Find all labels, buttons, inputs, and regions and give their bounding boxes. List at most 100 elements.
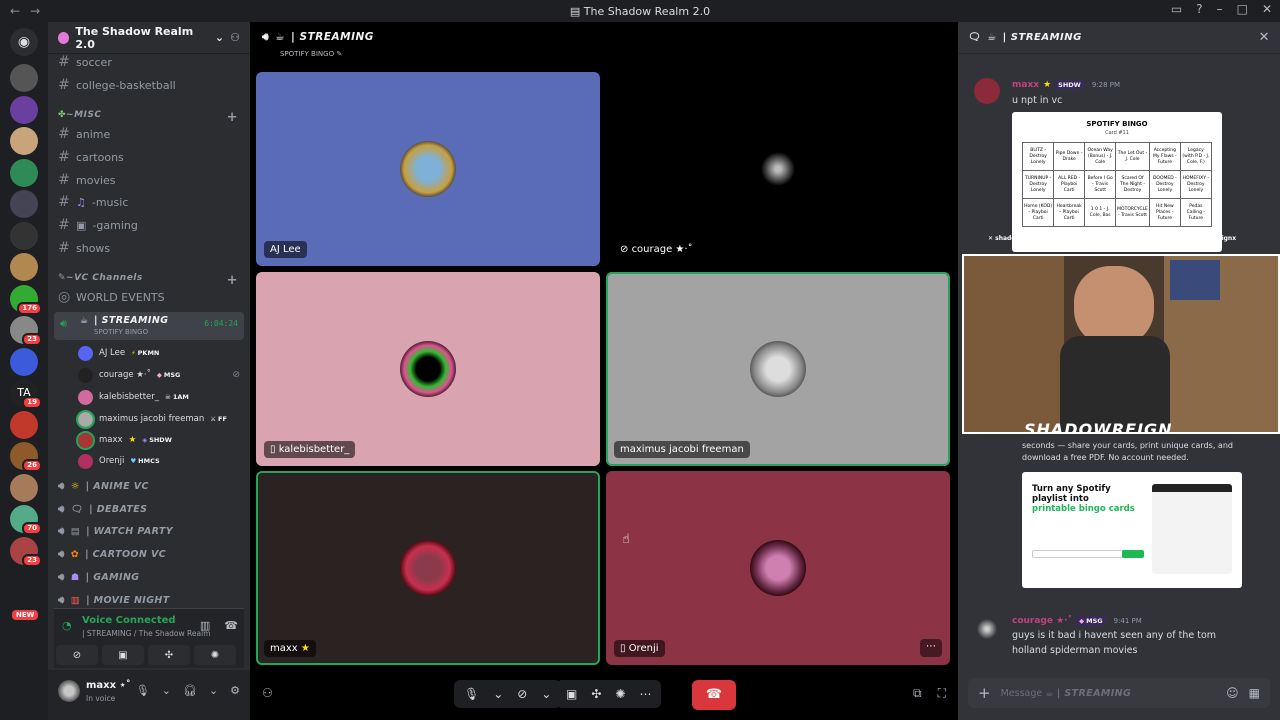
channel-item[interactable]: # ♫ -music <box>58 192 240 212</box>
active-voice-channel[interactable]: 🔊︎ ☕︎ | STREAMING SPOTIFY BINGO 6:04:24 <box>54 312 244 340</box>
participant-tile[interactable]: ▯ kalebisbetter_ <box>256 272 600 466</box>
activities-button[interactable]: ✣ <box>148 645 190 665</box>
server-icon[interactable]: 176 <box>10 284 42 315</box>
gear-icon[interactable]: ⚙ <box>230 684 240 697</box>
soundboard-button[interactable]: ✺ <box>194 645 236 665</box>
channel-item[interactable]: # shows <box>58 238 240 258</box>
server-icon[interactable] <box>10 190 38 218</box>
pencil-icon[interactable]: ✎ <box>336 50 342 58</box>
chevron-down-icon[interactable]: ⌄ <box>162 684 171 697</box>
channel-item[interactable]: # college-basketball <box>58 75 240 95</box>
server-icon[interactable]: 23 <box>10 316 42 346</box>
participant-tile[interactable]: maxx ★ <box>256 471 600 665</box>
close-window-button[interactable]: ✕ <box>1262 2 1272 16</box>
server-icon[interactable] <box>10 473 38 502</box>
category-misc[interactable]: ✤ ~MISC + <box>58 110 238 125</box>
server-icon[interactable]: 70 <box>10 505 42 535</box>
screenshare-button[interactable]: ▣ <box>102 645 144 665</box>
voice-channel-item[interactable]: 🔊︎ ✿ | CARTOON VC <box>58 544 240 564</box>
activities-icon[interactable]: ✣ <box>591 687 601 701</box>
soundboard-icon[interactable]: ✺ <box>615 687 625 701</box>
message-input[interactable]: + Message ☕︎ | STREAMING ☺ ▦ <box>968 678 1270 708</box>
add-member-icon[interactable]: ⚇ <box>230 31 240 44</box>
close-icon[interactable]: ✕ <box>1259 30 1270 45</box>
voice-channel-item[interactable]: 🔊︎ ☼ | ANIME VC <box>58 476 240 496</box>
minimize-button[interactable]: – <box>1217 2 1223 16</box>
chevron-down-icon[interactable]: ⌄ <box>209 684 218 697</box>
server-icon[interactable] <box>10 64 38 92</box>
bingo-card-image[interactable]: SPOTIFY BINGO Card #11 BLITZ - Destroy L… <box>1012 112 1222 252</box>
maximize-button[interactable]: □ <box>1237 2 1248 16</box>
speaker-icon: 🔊︎ <box>58 548 65 560</box>
world-events-item[interactable]: ◎ WORLD EVENTS <box>58 287 240 307</box>
message-author[interactable]: maxx ★ SHDW 9:28 PM <box>1012 80 1120 90</box>
channel-item[interactable]: # anime <box>58 124 240 144</box>
voice-channel-item[interactable]: 🔊︎ ☗ | GAMING <box>58 567 240 587</box>
forward-arrow-icon[interactable]: → <box>30 4 40 18</box>
voice-member[interactable]: AJ Lee ⚡ PKMN <box>78 343 240 363</box>
server-icon[interactable] <box>10 127 38 155</box>
voice-member[interactable]: kalebisbetter_ ☠ 1AM <box>78 387 240 407</box>
server-icon[interactable] <box>10 253 38 281</box>
server-icon[interactable] <box>10 221 38 250</box>
server-icon[interactable] <box>10 95 38 124</box>
voice-member[interactable]: maxx ★ ◈ SHDW <box>76 430 240 450</box>
avatar[interactable] <box>974 78 1000 104</box>
fullscreen-icon[interactable]: ⛶ <box>938 686 946 701</box>
username[interactable]: maxx ⋆˚ <box>86 680 131 691</box>
channel-item[interactable]: # ▣ -gaming <box>58 215 240 235</box>
inbox-icon[interactable]: ▭ <box>1171 2 1182 16</box>
voice-location[interactable]: | STREAMING / The Shadow Realm ... <box>82 629 212 638</box>
screenshare-icon[interactable]: ▣ <box>566 687 577 701</box>
channel-item[interactable]: # soccer <box>58 52 240 72</box>
promo-image[interactable]: Turn any Spotify playlist into printable… <box>1022 472 1242 588</box>
back-arrow-icon[interactable]: ← <box>10 4 20 18</box>
star-icon: ★ <box>1043 80 1052 90</box>
more-options-icon[interactable]: ⋯ <box>920 639 942 657</box>
hang-up-button[interactable]: ☎ <box>692 680 736 710</box>
channel-item[interactable]: # cartoons <box>58 147 240 167</box>
participant-tile[interactable]: ⊘ courage ★·˚ <box>606 72 950 266</box>
voice-channel-item[interactable]: 🔊︎ 🗨︎ | DEBATES <box>58 499 240 519</box>
message-author[interactable]: courage ★·˚ ◆ MSG 9:41 PM <box>1012 616 1142 626</box>
headphones-icon[interactable]: 🎧︎ <box>183 684 197 697</box>
microphone-icon[interactable]: 🎙︎ <box>136 684 150 697</box>
apps-icon[interactable]: ▦ <box>1249 686 1260 700</box>
server-icon[interactable] <box>10 410 38 439</box>
more-icon[interactable]: ⋯ <box>639 687 651 701</box>
discord-home-icon[interactable]: ◉ <box>10 28 38 56</box>
avatar[interactable] <box>58 680 80 702</box>
camera-off-icon[interactable]: ⊘ <box>517 687 527 701</box>
voice-channel-item[interactable]: 🔊︎ ▥ | MOVIE NIGHT <box>58 590 240 610</box>
chevron-down-icon[interactable]: ⌄ <box>541 687 551 701</box>
add-channel-icon[interactable]: + <box>227 110 238 125</box>
server-icon[interactable] <box>10 347 38 376</box>
voice-member[interactable]: courage ★·˚ ◆ MSG ⊘ <box>78 365 240 385</box>
server-icon[interactable]: 26 <box>10 442 42 472</box>
category-vc[interactable]: ✎ ~VC Channels + <box>58 273 238 288</box>
voice-channel-item[interactable]: 🔊︎ ▤ | WATCH PARTY <box>58 521 240 541</box>
add-attachment-icon[interactable]: + <box>978 684 991 702</box>
help-icon[interactable]: ? <box>1196 2 1202 16</box>
microphone-icon[interactable]: 🎙︎ <box>464 687 479 701</box>
guild-header[interactable]: The Shadow Realm 2.0 ⌄ ⚇ <box>48 22 250 54</box>
participant-tile[interactable]: AJ Lee <box>256 72 600 266</box>
server-icon[interactable]: 23 <box>10 536 42 567</box>
voice-member[interactable]: Orenji ♥ HMCS <box>78 451 240 471</box>
avatar[interactable] <box>974 616 1000 642</box>
chevron-down-icon[interactable]: ⌄ <box>493 687 503 701</box>
server-icon[interactable] <box>10 158 38 187</box>
camera-off-button[interactable]: ⊘ <box>56 645 98 665</box>
disconnect-icon[interactable]: ☎ <box>224 619 238 632</box>
server-icon[interactable]: TA 19 <box>10 379 42 409</box>
participant-tile[interactable]: maximus jacobi freeman <box>606 272 950 466</box>
popout-icon[interactable]: ⧉ <box>913 686 922 701</box>
voice-member[interactable]: maximus jacobi freeman ⚔ FF <box>76 409 240 429</box>
message-placeholder[interactable]: Message ☕︎ | STREAMING <box>1001 688 1217 699</box>
invite-icon[interactable]: ⚇ <box>262 686 273 700</box>
channel-item[interactable]: # movies <box>58 170 240 190</box>
emoji-icon[interactable]: ☺ <box>1226 686 1239 700</box>
participant-tile[interactable]: ▯ Orenji ⋯ <box>606 471 950 665</box>
noise-suppression-icon[interactable]: ▥ <box>200 619 210 632</box>
add-channel-icon[interactable]: + <box>227 273 238 288</box>
